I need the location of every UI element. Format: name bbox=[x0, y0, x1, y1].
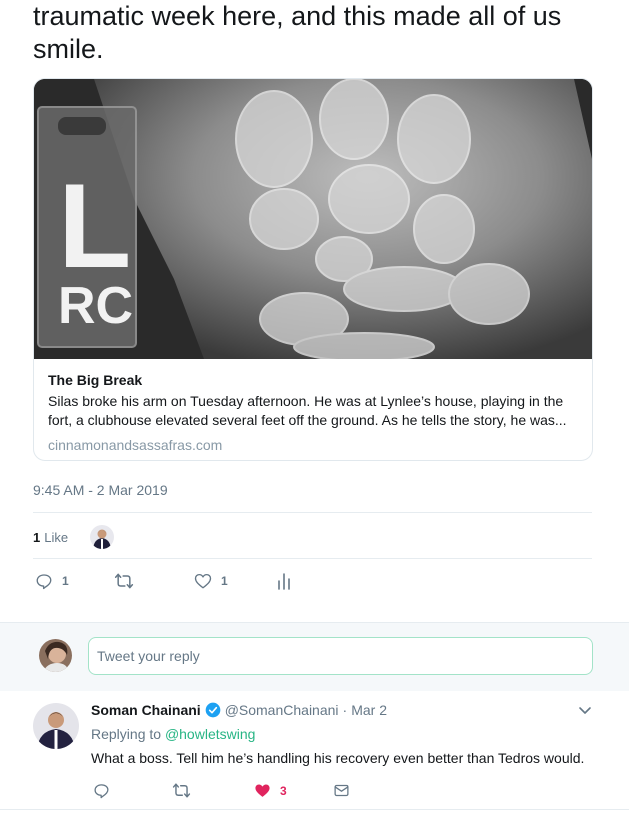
reply-tweet-like-action[interactable]: 3 bbox=[254, 782, 287, 799]
xray-marker-rc: RC bbox=[58, 277, 133, 335]
reply-tweet-reply-action[interactable] bbox=[93, 782, 110, 799]
replying-prefix: Replying to bbox=[91, 726, 162, 742]
link-card[interactable]: L RC The Big Break Silas broke his arm o… bbox=[33, 78, 593, 461]
tweet-text: traumatic week here, and this made all o… bbox=[33, 1, 562, 64]
reply-count: 1 bbox=[62, 574, 69, 588]
likes-count: 1 bbox=[33, 529, 41, 545]
card-description: Silas broke his arm on Tuesday afternoon… bbox=[48, 393, 567, 428]
reply-header: Soman Chainani @SomanChainani · Mar 2 bbox=[91, 702, 387, 718]
reply-tweet-retweet-action[interactable] bbox=[172, 782, 191, 799]
reply-like-count: 3 bbox=[280, 783, 287, 798]
chevron-down-icon[interactable] bbox=[578, 703, 592, 717]
analytics-icon bbox=[278, 573, 290, 590]
reply-icon bbox=[94, 784, 109, 799]
card-title: The Big Break bbox=[48, 372, 143, 388]
heart-icon bbox=[255, 784, 270, 797]
message-icon bbox=[334, 784, 349, 797]
reply-action[interactable]: 1 bbox=[35, 572, 69, 590]
retweet-icon bbox=[172, 783, 191, 798]
likes-row[interactable]: 1 Like bbox=[33, 524, 115, 550]
liker-avatar[interactable] bbox=[90, 525, 115, 549]
tweet-timestamp[interactable]: 9:45 AM - 2 Mar 2019 bbox=[33, 482, 168, 498]
reply-compose-section bbox=[0, 622, 629, 692]
reply-tweet[interactable]: Soman Chainani @SomanChainani · Mar 2 Re… bbox=[0, 691, 629, 810]
current-user-avatar[interactable] bbox=[39, 639, 72, 672]
reply-tweet-message-action[interactable] bbox=[333, 782, 350, 799]
replying-to-link[interactable]: @howletswing bbox=[165, 726, 255, 742]
likes-label: Like bbox=[44, 529, 69, 545]
card-domain: cinnamonandsassafras.com bbox=[48, 437, 223, 453]
divider bbox=[33, 512, 592, 513]
reply-icon bbox=[36, 574, 52, 590]
xray-marker-l: L bbox=[58, 159, 131, 293]
analytics-action[interactable] bbox=[276, 572, 292, 590]
reply-text: What a boss. Tell him he’s handling his … bbox=[91, 750, 585, 766]
like-action[interactable]: 1 bbox=[194, 572, 228, 590]
divider bbox=[33, 558, 592, 559]
reply-author-avatar[interactable] bbox=[33, 703, 79, 749]
reply-input[interactable] bbox=[88, 637, 593, 675]
retweet-action[interactable] bbox=[114, 572, 134, 590]
replying-to: Replying to @howletswing bbox=[91, 726, 255, 742]
like-count: 1 bbox=[221, 574, 228, 588]
reply-author-name[interactable]: Soman Chainani bbox=[91, 702, 201, 718]
header-separator: · bbox=[342, 702, 348, 718]
reply-author-handle[interactable]: @SomanChainani bbox=[225, 702, 339, 718]
card-image-xray: L RC bbox=[34, 79, 592, 359]
heart-icon bbox=[194, 573, 212, 589]
reply-date[interactable]: Mar 2 bbox=[351, 702, 387, 718]
retweet-icon bbox=[114, 573, 134, 589]
verified-icon bbox=[205, 702, 221, 718]
